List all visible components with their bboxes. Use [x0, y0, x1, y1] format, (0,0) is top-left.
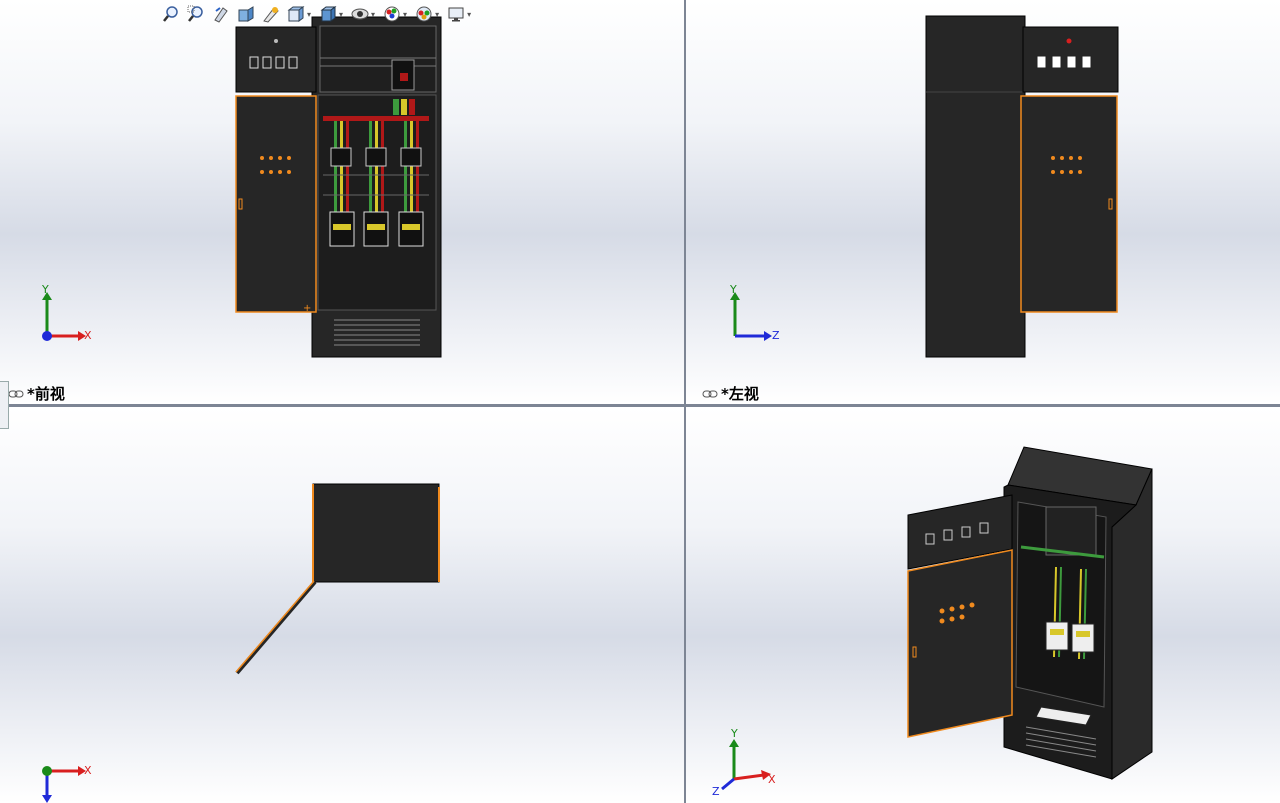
section-view-icon[interactable] [235, 3, 257, 25]
front-view-model[interactable]: + [0, 0, 684, 404]
zoom-to-fit-icon[interactable] [160, 3, 182, 25]
svg-text:+: + [303, 303, 311, 314]
top-view-model[interactable] [0, 407, 684, 803]
zoom-to-area-icon[interactable] [185, 3, 207, 25]
top-compartment [319, 25, 437, 93]
side-panel-tab[interactable] [0, 381, 9, 429]
viewport-top[interactable]: X [0, 407, 684, 803]
viewport-left[interactable]: Y Z *左视 [686, 0, 1280, 404]
axis-triad [42, 292, 86, 341]
axis-z-label: Z [772, 329, 780, 342]
axis-triad [42, 766, 86, 803]
heads-up-toolbar: ▾ ▾ ▾ ▾ ▾ ▾ [160, 2, 474, 26]
link-icon [8, 390, 24, 397]
axis-x-label: X [768, 773, 776, 786]
axis-x-label: X [84, 764, 92, 777]
lower-door [1020, 95, 1118, 313]
display-style-icon[interactable] [317, 3, 339, 25]
edit-appearance-icon[interactable] [381, 3, 403, 25]
axis-triad [721, 739, 771, 791]
left-view-model[interactable] [686, 0, 1280, 404]
viewport-front[interactable]: + Y X *前视 [0, 0, 684, 404]
left-view-label[interactable]: *左视 [702, 383, 759, 404]
previous-view-icon[interactable] [210, 3, 232, 25]
dynamic-annotation-icon[interactable] [260, 3, 282, 25]
viewport-isometric[interactable]: Y X Z [686, 407, 1280, 803]
viewport-divider-vertical[interactable] [684, 0, 686, 803]
link-icon [702, 390, 718, 397]
axis-x-label: X [84, 329, 92, 342]
left-view-label-text: *左视 [721, 385, 759, 403]
viewport-divider-horizontal[interactable] [0, 404, 1280, 407]
front-view-label[interactable]: *前视 [8, 383, 65, 404]
open-door-edge [235, 580, 317, 675]
axis-z-label: Z [712, 785, 720, 798]
lower-door [235, 95, 317, 313]
axis-triad [730, 292, 772, 341]
busbar [323, 116, 429, 121]
axis-y-label: Y [42, 283, 49, 296]
axis-y-label: Y [730, 283, 737, 296]
view-settings-icon[interactable] [445, 3, 467, 25]
iso-lower-door [907, 549, 1013, 738]
axis-y-label: Y [731, 727, 738, 740]
front-view-label-text: *前视 [27, 385, 65, 403]
apply-scene-icon[interactable] [413, 3, 435, 25]
view-orientation-icon[interactable] [285, 3, 307, 25]
hide-show-items-icon[interactable] [349, 3, 371, 25]
isometric-view-model[interactable] [686, 407, 1280, 803]
cabinet-side [925, 15, 1026, 358]
cabinet-top [312, 483, 440, 583]
